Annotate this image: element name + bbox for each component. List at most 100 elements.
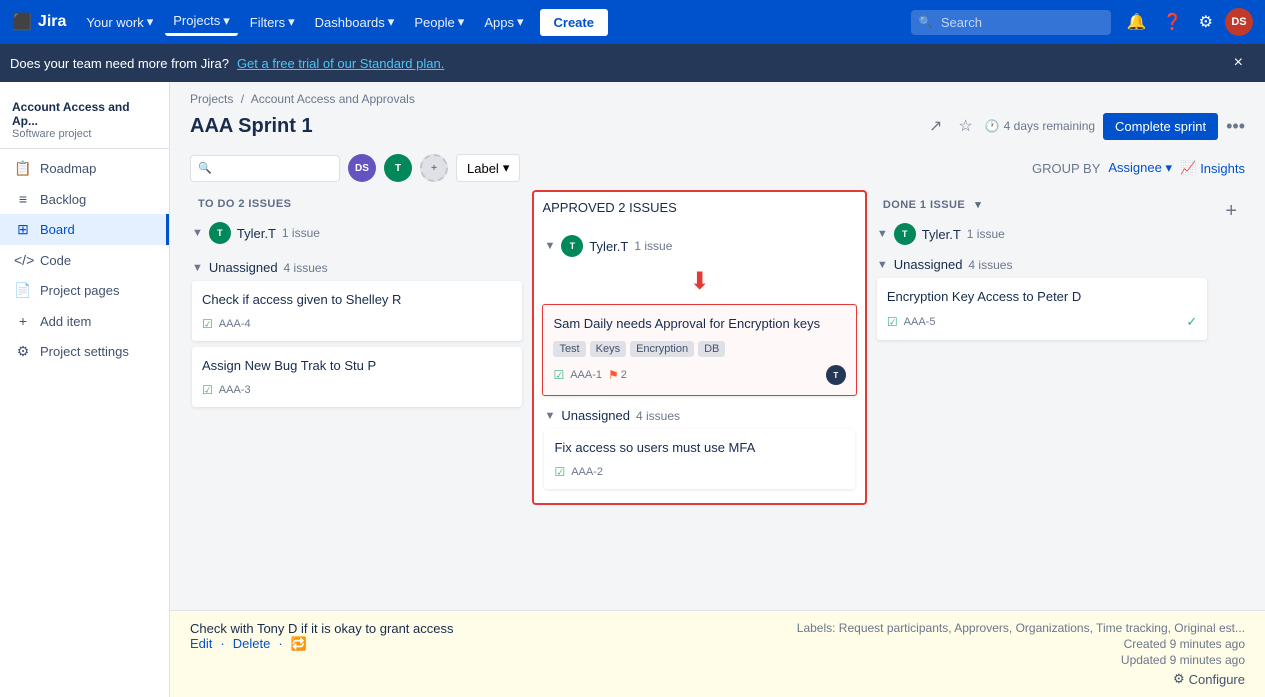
your-work-menu[interactable]: Your work ▾ (78, 10, 161, 34)
filters-menu[interactable]: Filters ▾ (242, 10, 303, 34)
card-aaa1[interactable]: Sam Daily needs Approval for Encryption … (542, 304, 856, 396)
card-aaa2[interactable]: Fix access so users must use MFA ☑ AAA-2 (544, 429, 854, 489)
board-area: TO DO 2 ISSUES ▼ T Tyler.T 1 issue ▼ (170, 190, 1265, 610)
sidebar-item-project-pages[interactable]: 📄 Project pages (0, 275, 169, 306)
tyler-group-chevron[interactable]: ▼ (192, 227, 203, 239)
create-button[interactable]: Create (540, 9, 608, 36)
detail-labels-meta: Labels: Request participants, Approvers,… (797, 621, 1245, 635)
chevron-down-icon: ▾ (147, 14, 154, 30)
projects-menu[interactable]: Projects ▾ (165, 9, 238, 36)
project-name: Account Access and Ap... (12, 100, 157, 128)
approved-column-header: APPROVED 2 ISSUES (532, 190, 866, 221)
complete-sprint-button[interactable]: Complete sprint (1103, 113, 1218, 140)
unassigned-done-group: ▼ Unassigned 4 issues (875, 251, 1209, 278)
detail-edit-link[interactable]: Edit (190, 636, 212, 652)
add-icon: + (14, 313, 32, 329)
star-icon[interactable]: ☆ (954, 112, 976, 140)
groupby-area: GROUP BY Assignee ▾ 📈 Insights (1032, 160, 1245, 176)
card-aaa3-footer: ☑ AAA-3 (202, 383, 512, 397)
add-column-button[interactable]: + (1217, 196, 1245, 227)
tyler-avatar: T (209, 222, 231, 244)
label-filter-button[interactable]: Label ▾ (456, 154, 520, 182)
board-search-input[interactable] (190, 155, 340, 182)
share-icon[interactable]: ↗ (925, 112, 946, 140)
app-layout: Account Access and Ap... Software projec… (0, 82, 1265, 697)
upgrade-banner: Does your team need more from Jira? Get … (0, 44, 1265, 82)
checkbox-icon: ☑ (202, 383, 213, 397)
insights-button[interactable]: 📈 Insights (1180, 160, 1245, 176)
user-avatar[interactable]: DS (1225, 8, 1253, 36)
card-aaa1-footer: ☑ AAA-1 ⚑ 2 T (553, 365, 845, 385)
groupby-select[interactable]: Assignee ▾ (1108, 160, 1172, 176)
avatar-add-button[interactable]: + (420, 154, 448, 182)
add-column-button-area: + (1217, 190, 1245, 505)
chart-icon: 📈 (1180, 160, 1196, 176)
tyler-approved-group-row: ▼ T Tyler.T 1 issue (542, 229, 856, 263)
tyler-done-avatar: T (894, 223, 916, 245)
notifications-icon[interactable]: 🔔 (1123, 8, 1151, 36)
configure-button[interactable]: ⚙ Configure (797, 671, 1245, 687)
breadcrumb-projects[interactable]: Projects (190, 92, 233, 106)
sidebar-item-roadmap[interactable]: 📋 Roadmap (0, 153, 169, 184)
tyler-approved-avatar: T (561, 235, 583, 257)
arrow-down-indicator: ⬇ (542, 267, 856, 296)
banner-link[interactable]: Get a free trial of our Standard plan. (237, 56, 444, 71)
groupby-label: GROUP BY (1032, 161, 1100, 176)
banner-close-button[interactable]: × (1222, 54, 1255, 72)
sidebar-item-code[interactable]: </> Code (0, 245, 169, 275)
tyler-approved-name: Tyler.T (589, 239, 628, 254)
unassigned-approved-row: ▼ Unassigned 4 issues (542, 402, 856, 429)
help-icon[interactable]: ❓ (1159, 8, 1187, 36)
card-aaa3[interactable]: Assign New Bug Trak to Stu P ☑ AAA-3 (192, 347, 522, 407)
dashboards-menu[interactable]: Dashboards ▾ (307, 10, 403, 34)
search-container (911, 10, 1111, 35)
detail-updated: Updated 9 minutes ago (1121, 653, 1245, 667)
sidebar-item-settings[interactable]: ⚙ Project settings (0, 336, 169, 367)
detail-timestamps: Created 9 minutes ago (797, 637, 1245, 651)
chevron-down-icon: ▾ (223, 13, 230, 29)
avatar-t[interactable]: T (384, 154, 412, 182)
card-aaa1-id: AAA-1 (570, 369, 602, 381)
done-chevron[interactable]: ▾ (975, 198, 981, 211)
flag-icon: ⚑ (608, 368, 619, 382)
card-aaa4-title: Check if access given to Shelley R (202, 291, 512, 309)
sidebar-item-backlog[interactable]: ≡ Backlog (0, 184, 169, 214)
done-header-row: DONE 1 ISSUE ▾ (883, 198, 981, 211)
detail-delete-link[interactable]: Delete (233, 636, 271, 652)
sidebar-item-add[interactable]: + Add item (0, 306, 169, 336)
more-options-button[interactable]: ••• (1226, 116, 1245, 137)
chevron-down-icon: ▾ (458, 14, 465, 30)
settings-icon[interactable]: ⚙ (1195, 8, 1217, 36)
tyler-done-chevron[interactable]: ▼ (877, 228, 888, 240)
unassigned-approved-chevron[interactable]: ▼ (544, 410, 555, 422)
detail-created: Created 9 minutes ago (1124, 637, 1245, 651)
approved-label: APPROVED 2 ISSUES (542, 200, 676, 215)
tyler-done-name: Tyler.T (922, 227, 961, 242)
card-aaa1-tags: Test Keys Encryption DB (553, 341, 845, 357)
card-aaa5[interactable]: Encryption Key Access to Peter D ☑ AAA-5… (877, 278, 1207, 340)
jira-logo[interactable]: ⬛ Jira (12, 12, 66, 32)
unassigned-done-cards: Encryption Key Access to Peter D ☑ AAA-5… (875, 278, 1209, 340)
tyler-approved-count: 1 issue (634, 239, 672, 253)
done-column-header: DONE 1 ISSUE ▾ (875, 190, 1209, 217)
todo-column: TO DO 2 ISSUES ▼ T Tyler.T 1 issue ▼ (190, 190, 524, 505)
card-aaa4-footer: ☑ AAA-4 (202, 317, 512, 331)
sidebar-project-header: Account Access and Ap... Software projec… (0, 90, 169, 149)
main-content: Projects / Account Access and Approvals … (170, 82, 1265, 697)
avatar-ds[interactable]: DS (348, 154, 376, 182)
days-remaining: 🕐 4 days remaining (985, 119, 1095, 133)
people-menu[interactable]: People ▾ (406, 10, 472, 34)
card-aaa5-id: AAA-5 (904, 316, 936, 328)
chevron-down-icon: ▾ (503, 160, 510, 176)
unassigned-name: Unassigned (209, 260, 278, 275)
chevron-down-icon: ▾ (1165, 160, 1172, 175)
unassigned-done-chevron[interactable]: ▼ (877, 259, 888, 271)
page-header: AAA Sprint 1 ↗ ☆ 🕐 4 days remaining Comp… (170, 106, 1265, 150)
breadcrumb-project[interactable]: Account Access and Approvals (251, 92, 415, 106)
global-search-input[interactable] (911, 10, 1111, 35)
unassigned-group-chevron[interactable]: ▼ (192, 262, 203, 274)
sidebar-item-board[interactable]: ⊞ Board (0, 214, 169, 245)
card-aaa4[interactable]: Check if access given to Shelley R ☑ AAA… (192, 281, 522, 341)
tyler-approved-chevron[interactable]: ▼ (544, 240, 555, 252)
apps-menu[interactable]: Apps ▾ (476, 10, 531, 34)
